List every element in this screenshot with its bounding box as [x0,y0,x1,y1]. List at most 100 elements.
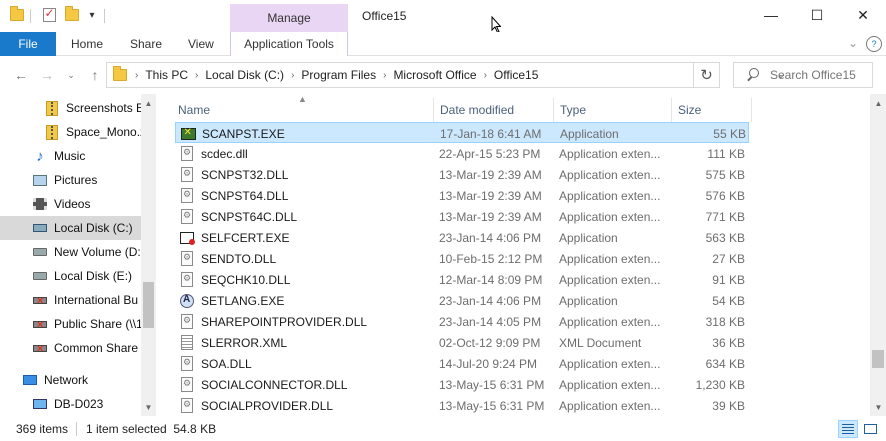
navigation-pane-scrollbar[interactable]: ▲ ▼ [141,94,156,416]
file-row[interactable]: scdec.dll 22-Apr-15 5:23 PM Application ex… [175,143,749,164]
column-header-type[interactable]: Type [554,98,672,122]
refresh-button[interactable]: ↻ [694,62,720,88]
file-row[interactable]: SETLANG.EXE 23-Jan-14 4:06 PM Application 5… [175,290,749,311]
file-name-cell: SETLANG.EXE [175,290,433,311]
file-date-modified: 12-Mar-14 8:09 PM [439,272,543,287]
nav-item-videos[interactable]: Videos [0,192,141,216]
manage-context-header[interactable]: Manage [230,4,348,32]
back-arrow-icon[interactable]: ← [12,66,30,84]
nav-item-network[interactable]: Network [0,368,141,392]
breadcrumb-separator-icon[interactable]: › [195,70,198,81]
help-icon[interactable]: ? [866,36,882,52]
customize-quick-access-icon[interactable]: ▾ [83,6,101,24]
column-header-date-modified[interactable]: Date modified [434,98,554,122]
file-name: SCNPST32.DLL [201,167,289,182]
column-header-name[interactable]: Name [172,98,434,122]
file-size: 1,230 KB [695,377,745,392]
file-date-modified: 13-Mar-19 2:39 AM [439,209,542,224]
file-row[interactable]: SHAREPOINTPROVIDER.DLL 23-Jan-14 4:05 PM A… [175,311,749,332]
file-row[interactable]: SCANPST.EXE 17-Jan-18 6:41 AM Application 5… [175,122,749,143]
disconnected-network-drive-icon [32,340,48,356]
file-row[interactable]: SLERROR.XML 02-Oct-12 9:09 PM XML Document… [175,332,749,353]
nav-item-local-disk-e[interactable]: Local Disk (E:) [0,264,141,288]
disconnected-network-drive-icon [32,316,48,332]
tab-home[interactable]: Home [61,32,113,56]
nav-item-local-disk-c[interactable]: Local Disk (C:) [0,216,141,240]
status-separator [76,422,77,436]
forward-arrow-icon[interactable]: → [38,66,56,84]
scroll-down-arrow-icon[interactable]: ▼ [871,400,886,415]
nav-item-label: Music [54,149,86,163]
breadcrumb-local-disk-c[interactable]: Local Disk (C:) [205,68,284,82]
file-name-cell: SHAREPOINTPROVIDER.DLL [175,311,433,332]
file-row[interactable]: SCNPST64.DLL 13-Mar-19 2:39 AM Application… [175,185,749,206]
properties-icon[interactable] [40,6,58,24]
scrollbar-thumb[interactable] [872,350,884,368]
file-name-cell: SCANPST.EXE [176,123,434,144]
file-name-cell: SENDTO.DLL [175,248,433,269]
file-date-modified: 14-Jul-20 9:24 PM [439,356,538,371]
breadcrumb-program-files[interactable]: Program Files [301,68,376,82]
file-date-modified: 13-May-15 6:31 PM [439,398,545,413]
file-row[interactable]: SOA.DLL 14-Jul-20 9:24 PM Application exte… [175,353,749,374]
scroll-down-arrow-icon[interactable]: ▼ [141,400,156,415]
tab-file[interactable]: File [0,32,56,56]
file-row[interactable]: SOCIALPROVIDER.DLL 13-May-15 6:31 PM Appli… [175,395,749,416]
up-arrow-icon[interactable]: ↑ [86,66,104,84]
file-row[interactable]: SOCIALCONNECTOR.DLL 13-May-15 6:31 PM Appl… [175,374,749,395]
nav-item-international-bu[interactable]: International Bu [0,288,141,312]
nav-item-db-d023[interactable]: DB-D023 [0,392,141,416]
tab-share[interactable]: Share [120,32,172,56]
breadcrumb-separator-icon[interactable]: › [135,70,138,81]
tab-view[interactable]: View [178,32,224,56]
maximize-button[interactable]: ☐ [794,0,840,30]
file-row[interactable]: SCNPST64C.DLL 13-Mar-19 2:39 AM Applicatio… [175,206,749,227]
breadcrumb-separator-icon[interactable]: › [291,70,294,81]
nav-item-pictures[interactable]: Pictures [0,168,141,192]
breadcrumb-separator-icon[interactable]: › [484,70,487,81]
breadcrumb-this-pc[interactable]: This PC [145,68,188,82]
disconnected-network-drive-icon [32,292,48,308]
nav-item-space-mono-zip[interactable]: Space_Mono.zi [0,120,141,144]
network-icon [22,372,38,388]
nav-item-music[interactable]: ♪ Music [0,144,141,168]
file-name-cell: SLERROR.XML [175,332,433,353]
search-box[interactable] [733,62,873,88]
selfcert-exe-icon [179,230,195,246]
chevron-down-icon[interactable]: ⌄ [848,36,858,50]
new-folder-icon[interactable] [63,6,81,24]
details-view-icon [842,424,854,434]
file-row[interactable]: SCNPST32.DLL 13-Mar-19 2:39 AM Application… [175,164,749,185]
file-row[interactable]: SELFCERT.EXE 23-Jan-14 4:06 PM Application… [175,227,749,248]
file-type: Application [559,230,618,245]
file-date-modified: 17-Jan-18 6:41 AM [440,126,542,141]
folder-icon [113,66,127,81]
close-button[interactable]: ✕ [840,0,886,30]
nav-item-screenshots-zip[interactable]: Screenshots ED [0,96,141,120]
scroll-up-arrow-icon[interactable]: ▲ [141,96,156,111]
column-header-size[interactable]: Size [672,98,752,122]
scroll-up-arrow-icon[interactable]: ▲ [871,96,886,111]
scrollbar-thumb[interactable] [143,282,154,328]
details-view-button[interactable] [838,420,858,438]
quick-access-separator [104,9,105,23]
tab-application-tools[interactable]: Application Tools [230,32,348,56]
nav-item-common-share[interactable]: Common Share [0,336,141,360]
breadcrumb-microsoft-office[interactable]: Microsoft Office [393,68,476,82]
nav-item-new-volume-d[interactable]: New Volume (D: [0,240,141,264]
recent-locations-chevron-icon[interactable]: ⌄ [62,66,80,84]
minimize-button[interactable]: — [748,0,794,30]
breadcrumb-separator-icon[interactable]: › [383,70,386,81]
file-list-scrollbar[interactable]: ▲ ▼ [870,94,886,416]
nav-item-public-share[interactable]: Public Share (\\1 [0,312,141,336]
file-row[interactable]: SENDTO.DLL 10-Feb-15 2:12 PM Application e… [175,248,749,269]
search-input[interactable] [770,68,870,82]
breadcrumb-office15[interactable]: Office15 [494,68,538,82]
file-name: SOA.DLL [201,356,252,371]
file-name-cell: scdec.dll [175,143,433,164]
large-icons-view-button[interactable] [860,420,880,438]
item-count: 369 items [16,422,69,436]
file-row[interactable]: SEQCHK10.DLL 12-Mar-14 8:09 PM Application… [175,269,749,290]
navigation-pane: Screenshots ED Space_Mono.zi ♪ Music Pic… [0,94,156,416]
address-bar[interactable]: › This PC › Local Disk (C:) › Program Fi… [106,62,785,88]
